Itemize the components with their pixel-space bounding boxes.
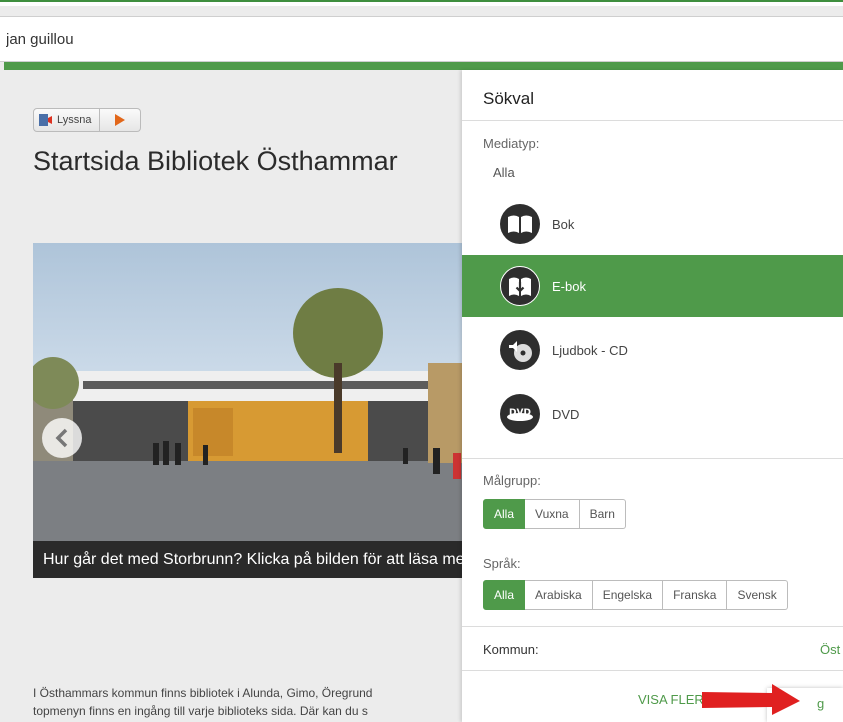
sprak-option-arabiska[interactable]: Arabiska [525, 580, 593, 610]
divider [462, 120, 843, 121]
listen-label: Lyssna [57, 114, 92, 126]
page-title: Startsida Bibliotek Östhammar [33, 146, 398, 176]
play-icon [115, 114, 126, 126]
sprak-label: Språk: [483, 556, 521, 571]
media-item-bok[interactable]: Bok [462, 193, 843, 255]
panel-title: Sökval [483, 89, 535, 108]
hero-caption[interactable]: Hur går det med Storbrunn? Klicka på bil… [33, 541, 473, 578]
svg-text:DVD: DVD [509, 408, 531, 418]
divider [462, 670, 843, 671]
audiobook-cd-icon [500, 330, 540, 370]
dvd-icon: DVD [500, 394, 540, 434]
media-item-ebok[interactable]: E-bok [462, 255, 843, 317]
media-label-dvd: DVD [552, 406, 580, 422]
media-label-ljudbok: Ljudbok - CD [552, 342, 628, 358]
malgrupp-option-alla[interactable]: Alla [483, 499, 526, 529]
sprak-option-engelska[interactable]: Engelska [592, 580, 664, 610]
ebook-icon [500, 266, 540, 306]
listen-button[interactable]: Lyssna [33, 108, 142, 132]
sprak-option-alla[interactable]: Alla [483, 580, 526, 610]
kommun-value[interactable]: Öst [820, 642, 840, 657]
kommun-label: Kommun: [483, 642, 539, 657]
search-input[interactable] [6, 25, 826, 53]
search-options-panel: Sökval Mediatyp: Alla Bok E-bok Ljudbok … [462, 70, 843, 722]
malgrupp-label: Målgrupp: [483, 473, 541, 488]
book-icon [500, 204, 540, 244]
divider [462, 626, 843, 627]
sprak-option-franska[interactable]: Franska [663, 580, 728, 610]
media-label-bok: Bok [552, 216, 575, 232]
listen-label-wrap[interactable]: Lyssna [33, 108, 101, 132]
sprak-option-svensk[interactable]: Svensk [727, 580, 788, 610]
divider [462, 458, 843, 459]
speaker-icon [39, 114, 52, 126]
media-item-ljudbok[interactable]: Ljudbok - CD [462, 319, 843, 381]
slideshow-prev-button[interactable] [42, 418, 82, 458]
media-label-ebok: E-bok [552, 278, 586, 294]
mediatyp-label: Mediatyp: [483, 136, 540, 151]
play-button[interactable] [100, 108, 142, 132]
top-accent-line [0, 0, 843, 6]
library-building-illustration [33, 288, 473, 578]
hero-slideshow[interactable]: Hur går det med Storbrunn? Klicka på bil… [33, 243, 473, 578]
show-more-button[interactable]: VISA FLER [638, 692, 704, 707]
corner-popup-text: g [817, 696, 825, 711]
intro-line-2: topmenyn finns en ingång till varje bibl… [33, 704, 368, 718]
intro-line-1: I Östhammars kommun finns bibliotek i Al… [33, 686, 373, 700]
chevron-left-icon [55, 428, 68, 448]
red-arrow-annotation [702, 684, 800, 715]
malgrupp-option-vuxna[interactable]: Vuxna [525, 499, 580, 529]
mediatyp-all-option[interactable]: Alla [493, 165, 515, 180]
intro-text: I Östhammars kommun finns bibliotek i Al… [33, 684, 463, 720]
hero-image[interactable] [33, 243, 473, 578]
sprak-selector: Alla Arabiska Engelska Franska Svensk [483, 580, 788, 610]
green-strip [4, 62, 843, 70]
search-bar [0, 16, 843, 62]
malgrupp-option-barn[interactable]: Barn [579, 499, 626, 529]
malgrupp-selector: Alla Vuxna Barn [483, 499, 626, 529]
media-item-dvd[interactable]: DVD DVD [462, 383, 843, 445]
